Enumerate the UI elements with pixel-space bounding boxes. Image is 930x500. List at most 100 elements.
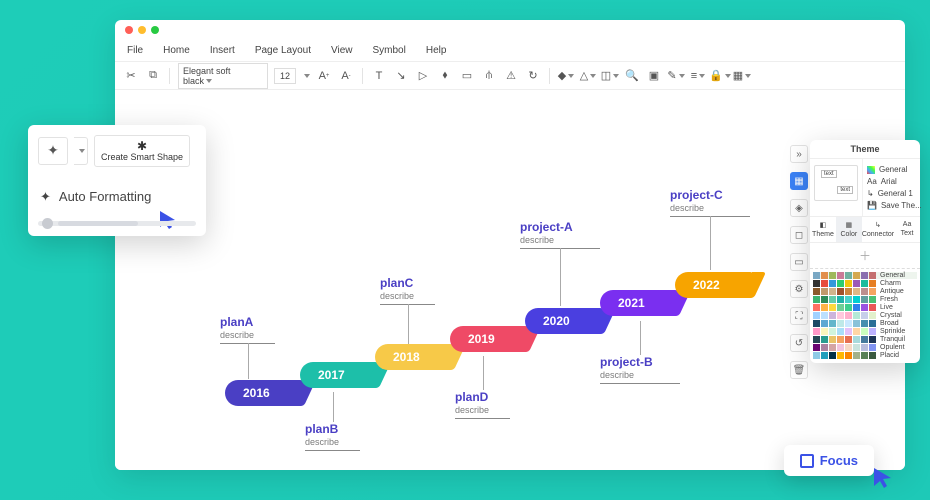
add-scheme-row[interactable]: ＋ (810, 243, 920, 269)
projA-title: project-A (520, 220, 600, 234)
focus-button[interactable]: Focus (784, 445, 874, 476)
app-window: File Home Insert Page Layout View Symbol… (115, 20, 905, 470)
increase-font-icon[interactable]: A+ (316, 68, 332, 84)
save-icon: 💾 (867, 201, 877, 210)
cube-icon[interactable]: ◻ (790, 226, 808, 244)
scheme-label: Charm (880, 280, 917, 287)
layer-icon[interactable]: ◈ (790, 199, 808, 217)
menu-home[interactable]: Home (163, 45, 190, 56)
tab-connector[interactable]: ↳Connector (862, 217, 894, 242)
meta-save[interactable]: Save The... (881, 201, 922, 210)
stroke-icon[interactable]: △ (580, 68, 596, 84)
scheme-antique[interactable]: Antique (813, 288, 917, 295)
window-minimize-icon[interactable] (138, 26, 146, 34)
menu-view[interactable]: View (331, 45, 353, 56)
sparkle-dropdown[interactable] (74, 137, 88, 165)
create-smart-shape-button[interactable]: ✱ Create Smart Shape (94, 135, 190, 167)
menu-symbol[interactable]: Symbol (373, 45, 406, 56)
pen-icon[interactable]: ✎ (668, 68, 684, 84)
rotate-icon[interactable]: ↻ (525, 68, 541, 84)
scheme-crystal[interactable]: Crystal (813, 312, 917, 319)
theme-grid-icon[interactable]: ▦ (790, 172, 808, 190)
tab-color[interactable]: ▦Color (836, 217, 862, 242)
canvas[interactable]: 2016 2017 2018 2019 2020 2021 2022 planA… (115, 90, 905, 470)
palette-icon (867, 166, 875, 174)
shape-icon[interactable]: ▭ (459, 68, 475, 84)
scheme-placid[interactable]: Placid (813, 352, 917, 359)
scheme-fresh[interactable]: Fresh (813, 296, 917, 303)
annotation-projectA[interactable]: project-A describe (520, 220, 600, 249)
timeline-2021[interactable]: 2021 (600, 290, 678, 316)
timeline-2020[interactable]: 2020 (525, 308, 603, 334)
line-icon[interactable]: ↘ (393, 68, 409, 84)
scheme-tranquil[interactable]: Tranquil (813, 336, 917, 343)
font-select[interactable]: Elegant soft black (178, 63, 268, 89)
settings-icon[interactable]: ⚙ (790, 280, 808, 298)
meta-style[interactable]: General 1 (878, 189, 913, 198)
annotation-projectB[interactable]: project-B describe (600, 355, 680, 384)
history-icon[interactable]: ↺ (790, 334, 808, 352)
timeline-2017[interactable]: 2017 (300, 362, 378, 388)
copy-icon[interactable]: ⧉ (145, 68, 161, 84)
sparkle-small-icon: ✦ (40, 189, 51, 205)
pointer-icon[interactable]: ▷ (415, 68, 431, 84)
line-style-icon[interactable]: ≡ (690, 68, 706, 84)
grid-icon[interactable]: ▦ (734, 68, 750, 84)
slider-track[interactable] (38, 221, 196, 226)
slider-knob[interactable] (42, 218, 53, 229)
cut-icon[interactable]: ✂ (123, 68, 139, 84)
window-titlebar (115, 20, 905, 40)
timeline-2018[interactable]: 2018 (375, 344, 453, 370)
text-icon[interactable]: T (371, 68, 387, 84)
color-tab-icon: ▦ (846, 221, 853, 229)
search-icon[interactable]: 🔍 (624, 68, 640, 84)
trash-icon[interactable]: 🗑 (790, 361, 808, 379)
scheme-broad[interactable]: Broad (813, 320, 917, 327)
color-schemes: GeneralCharmAntiqueFreshLiveCrystalBroad… (810, 269, 920, 363)
timeline-2019[interactable]: 2019 (450, 326, 528, 352)
annotation-planA[interactable]: planA describe (220, 315, 275, 344)
window-zoom-icon[interactable] (151, 26, 159, 34)
scheme-live[interactable]: Live (813, 304, 917, 311)
collapse-icon[interactable]: » (790, 145, 808, 163)
page-icon[interactable]: ▭ (790, 253, 808, 271)
tab-text[interactable]: AaText (894, 217, 920, 242)
menu-page-layout[interactable]: Page Layout (255, 45, 311, 56)
tab-text-label: Text (901, 230, 914, 237)
window-close-icon[interactable] (125, 26, 133, 34)
theme-meta: General AaArial ↳General 1 💾Save The... (863, 159, 926, 216)
menu-file[interactable]: File (127, 45, 143, 56)
timeline-2022[interactable]: 2022 (675, 272, 753, 298)
meta-font[interactable]: Arial (881, 177, 897, 186)
warn-icon[interactable]: ⚠ (503, 68, 519, 84)
scheme-opulent[interactable]: Opulent (813, 344, 917, 351)
scheme-sprinkle[interactable]: Sprinkle (813, 328, 917, 335)
planA-title: planA (220, 315, 275, 329)
annotation-planC[interactable]: planC describe (380, 276, 435, 305)
timeline-2016[interactable]: 2016 (225, 380, 303, 406)
theme-preview[interactable] (810, 159, 863, 216)
scheme-charm[interactable]: Charm (813, 280, 917, 287)
fill-icon[interactable]: ◆ (558, 68, 574, 84)
expand-icon[interactable]: ⛶ (790, 307, 808, 325)
layers-icon[interactable]: ⬧ (437, 68, 453, 84)
image-icon[interactable]: ▣ (646, 68, 662, 84)
font-icon: Aa (867, 177, 877, 186)
annotation-planB[interactable]: planB describe (305, 422, 360, 451)
annotation-projectC[interactable]: project-C describe (670, 188, 750, 217)
year-2021: 2021 (618, 296, 645, 310)
create-smart-shape-label: Create Smart Shape (101, 153, 183, 163)
font-size-select[interactable]: 12 (274, 68, 296, 84)
auto-formatting-item[interactable]: ✦ Auto Formatting (38, 183, 196, 211)
menu-insert[interactable]: Insert (210, 45, 235, 56)
lock-icon[interactable]: 🔒 (712, 68, 728, 84)
crop-icon[interactable]: ◫ (602, 68, 618, 84)
tab-theme[interactable]: ◧Theme (810, 217, 836, 242)
annotation-planD[interactable]: planD describe (455, 390, 510, 419)
align-icon[interactable]: ⫛ (481, 68, 497, 84)
decrease-font-icon[interactable]: A- (338, 68, 354, 84)
meta-general[interactable]: General (879, 165, 907, 174)
menu-help[interactable]: Help (426, 45, 447, 56)
sparkle-icon[interactable]: ✦ (38, 137, 68, 165)
scheme-general[interactable]: General (813, 272, 917, 279)
